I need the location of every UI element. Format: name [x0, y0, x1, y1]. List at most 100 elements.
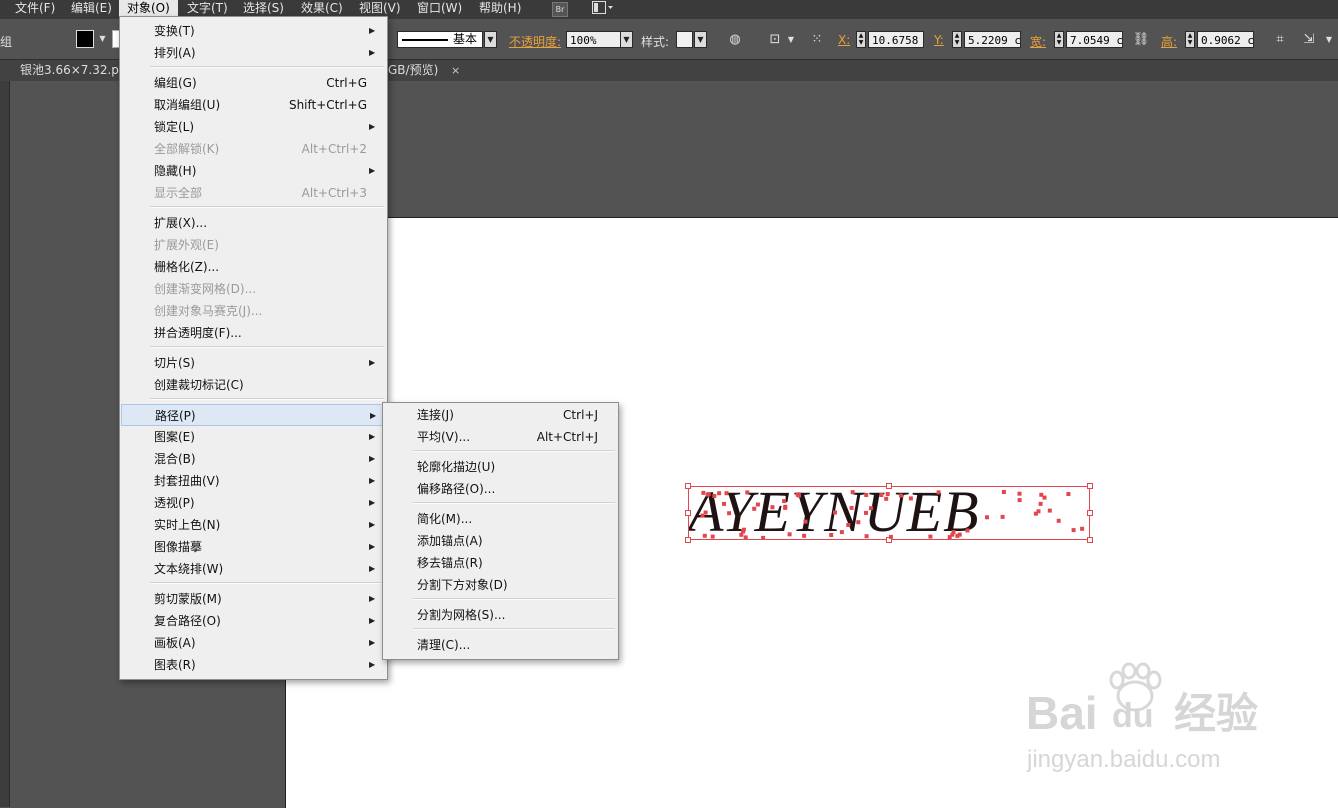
- selection-handle[interactable]: [1087, 483, 1093, 489]
- object-menu-item[interactable]: 复合路径(O) ▶: [121, 610, 386, 632]
- menu-item-label: 排列(A): [154, 46, 196, 60]
- selection-handle[interactable]: [685, 537, 691, 543]
- bridge-button[interactable]: Br: [552, 2, 568, 17]
- y-stepper[interactable]: ▲ ▼: [952, 31, 962, 48]
- path-submenu-item[interactable]: 移去锚点(R): [384, 552, 617, 574]
- object-menu-item[interactable]: 扩展(X)...: [121, 212, 386, 234]
- submenu-arrow-icon: ▶: [369, 358, 376, 367]
- object-menu-item[interactable]: 排列(A) ▶: [121, 42, 386, 64]
- object-menu-item[interactable]: 图像描摹 ▶: [121, 536, 386, 558]
- object-menu-item: 全部解锁(K) Alt+Ctrl+2: [121, 138, 386, 160]
- opacity-dropdown-icon[interactable]: ▼: [620, 31, 633, 48]
- tools-panel[interactable]: [0, 81, 10, 807]
- submenu-arrow-icon: ▶: [369, 454, 376, 463]
- selection-handle[interactable]: [685, 510, 691, 516]
- path-submenu-item[interactable]: 轮廓化描边(U): [384, 456, 617, 478]
- object-menu-item[interactable]: 隐藏(H) ▶: [121, 160, 386, 182]
- fill-dropdown-icon[interactable]: ▼: [96, 31, 109, 48]
- width-stepper[interactable]: ▲ ▼: [1054, 31, 1064, 48]
- tab-close-icon[interactable]: ×: [451, 63, 460, 78]
- object-menu-item[interactable]: 拼合透明度(F)...: [121, 322, 386, 344]
- submenu-arrow-icon: ▶: [369, 594, 376, 603]
- path-submenu-item[interactable]: 偏移路径(O)...: [384, 478, 617, 500]
- path-submenu-item[interactable]: 连接(J) Ctrl+J: [384, 404, 617, 426]
- selection-handle[interactable]: [685, 483, 691, 489]
- object-menu-item[interactable]: 剪切蒙版(M) ▶: [121, 588, 386, 610]
- width-label: 宽:: [1030, 35, 1047, 49]
- stroke-profile-select[interactable]: 基本: [397, 31, 483, 48]
- menu-help[interactable]: 帮助(H): [471, 0, 529, 19]
- menu-item-label: 栅格化(Z)...: [154, 260, 220, 274]
- recolor-artwork-icon[interactable]: ◍: [726, 31, 744, 48]
- x-input[interactable]: 10.6758: [868, 31, 924, 48]
- object-menu-item[interactable]: 实时上色(N) ▶: [121, 514, 386, 536]
- fill-swatch[interactable]: [76, 30, 94, 48]
- control-bar-menu-icon[interactable]: ▼: [1320, 31, 1338, 48]
- height-stepper[interactable]: ▲ ▼: [1185, 31, 1195, 48]
- path-submenu-item[interactable]: 平均(V)... Alt+Ctrl+J: [384, 426, 617, 448]
- menu-edit[interactable]: 编辑(E): [63, 0, 120, 19]
- constrain-proportions-icon[interactable]: ⛓: [1132, 31, 1150, 48]
- menu-item-label: 简化(M)...: [417, 512, 473, 526]
- y-label: Y:: [934, 33, 944, 47]
- object-menu-item[interactable]: 取消编组(U) Shift+Ctrl+G: [121, 94, 386, 116]
- object-menu-item[interactable]: 变换(T) ▶: [121, 20, 386, 42]
- menu-item-label: 创建渐变网格(D)...: [154, 282, 257, 296]
- object-menu-item[interactable]: 混合(B) ▶: [121, 448, 386, 470]
- tab-document-right[interactable]: GB/预览): [388, 60, 438, 81]
- menu-item-label: 全部解锁(K): [154, 142, 220, 156]
- menu-separator: [150, 398, 384, 400]
- reference-dropdown-icon[interactable]: ▼: [782, 31, 800, 48]
- object-menu-item: 创建对象马赛克(J)...: [121, 300, 386, 322]
- stroke-style-label: 基本: [453, 32, 478, 46]
- menu-item-label: 偏移路径(O)...: [417, 482, 496, 496]
- path-submenu-item[interactable]: 添加锚点(A): [384, 530, 617, 552]
- menu-item-label: 混合(B): [154, 452, 196, 466]
- object-menu-item[interactable]: 文本绕排(W) ▶: [121, 558, 386, 580]
- path-submenu-item[interactable]: 简化(M)...: [384, 508, 617, 530]
- menu-item-label: 切片(S): [154, 356, 195, 370]
- stroke-profile-dropdown-icon[interactable]: ▼: [484, 31, 497, 48]
- selection-handle[interactable]: [1087, 537, 1093, 543]
- graphic-style-swatch[interactable]: [676, 31, 693, 48]
- selection-handle[interactable]: [1087, 510, 1093, 516]
- submenu-arrow-icon: ▶: [369, 564, 376, 573]
- menu-window[interactable]: 窗口(W): [409, 0, 470, 19]
- graphic-style-dropdown-icon[interactable]: ▼: [694, 31, 707, 48]
- path-submenu-item[interactable]: 分割下方对象(D): [384, 574, 617, 596]
- object-menu-item[interactable]: 创建裁切标记(C): [121, 374, 386, 396]
- object-menu-item[interactable]: 切片(S) ▶: [121, 352, 386, 374]
- path-submenu-item[interactable]: 分割为网格(S)...: [384, 604, 617, 626]
- jingyan-url: jingyan.baidu.com: [1027, 746, 1221, 773]
- menu-file[interactable]: 文件(F): [7, 0, 63, 19]
- object-menu-item[interactable]: 路径(P) ▶: [121, 404, 386, 426]
- selection-bounding-box[interactable]: [688, 486, 1090, 540]
- selection-handle[interactable]: [886, 537, 892, 543]
- object-menu-item[interactable]: 透视(P) ▶: [121, 492, 386, 514]
- path-submenu-item[interactable]: 清理(C)...: [384, 634, 617, 656]
- object-menu-item[interactable]: 栅格化(Z)...: [121, 256, 386, 278]
- selection-handle[interactable]: [886, 483, 892, 489]
- isolate-group-icon[interactable]: ⇲: [1300, 31, 1318, 48]
- height-input[interactable]: 0.9062 ci: [1197, 31, 1254, 48]
- tab-document-left[interactable]: 银池3.66×7.32.pc: [20, 60, 126, 81]
- menu-item-label: 轮廓化描边(U): [417, 460, 496, 474]
- opacity-label[interactable]: 不透明度:: [509, 33, 561, 50]
- object-menu-item[interactable]: 编组(G) Ctrl+G: [121, 72, 386, 94]
- object-menu-item[interactable]: 锁定(L) ▶: [121, 116, 386, 138]
- workspace-layout-icon[interactable]: [592, 1, 614, 15]
- opacity-input[interactable]: 100%: [566, 31, 621, 48]
- width-input[interactable]: 7.0549 ci: [1066, 31, 1123, 48]
- transform-grid-icon[interactable]: ⁙: [808, 31, 826, 48]
- object-menu-item[interactable]: 封套扭曲(V) ▶: [121, 470, 386, 492]
- menu-item-label: 路径(P): [155, 409, 196, 423]
- object-menu-item[interactable]: 图表(R) ▶: [121, 654, 386, 676]
- object-menu-item[interactable]: 画板(A) ▶: [121, 632, 386, 654]
- menu-item-label: 变换(T): [154, 24, 195, 38]
- menu-item-shortcut: Ctrl+G: [326, 76, 367, 90]
- submenu-arrow-icon: ▶: [369, 638, 376, 647]
- transform-panel-icon[interactable]: ⌗: [1271, 31, 1289, 48]
- object-menu-item[interactable]: 图案(E) ▶: [121, 426, 386, 448]
- x-stepper[interactable]: ▲ ▼: [856, 31, 866, 48]
- y-input[interactable]: 5.2209 ci: [964, 31, 1021, 48]
